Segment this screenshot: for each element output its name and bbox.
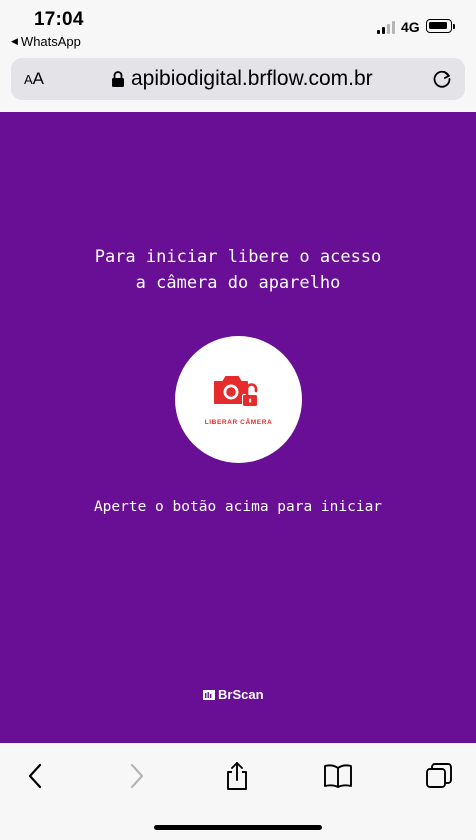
bookmarks-icon	[324, 764, 352, 788]
brand-logo: BrScan	[203, 687, 264, 702]
back-arrow-icon: ◀	[11, 36, 18, 46]
network-type: 4G	[401, 19, 420, 35]
bottom-toolbar	[0, 743, 476, 840]
home-indicator	[154, 825, 322, 830]
back-app-label: WhatsApp	[20, 34, 81, 49]
enable-camera-button[interactable]: LIBERAR CÂMERA	[175, 336, 302, 463]
instruction-text: Aperte o botão acima para iniciar	[93, 499, 383, 515]
headline: Para iniciar libere o acesso a câmera do…	[94, 247, 382, 293]
back-icon	[28, 763, 42, 789]
clock: 17:04	[34, 9, 84, 30]
tabs-icon	[426, 763, 452, 788]
text-size-button[interactable]: AA	[24, 69, 44, 89]
signal-icon	[377, 21, 397, 34]
brand-name: BrScan	[218, 687, 264, 702]
back-to-app-link[interactable]: ◀ WhatsApp	[11, 34, 81, 49]
share-icon	[227, 762, 247, 790]
lock-icon	[112, 71, 124, 87]
enable-camera-label: LIBERAR CÂMERA	[204, 419, 273, 426]
address-bar[interactable]: AA apibiodigital.brflow.com.br	[11, 58, 465, 100]
reload-icon[interactable]	[431, 68, 453, 90]
forward-icon	[130, 763, 144, 789]
status-bar: 17:04 ◀ WhatsApp 4G	[0, 0, 476, 56]
back-button[interactable]	[20, 761, 50, 791]
brscan-logo-icon	[203, 689, 215, 700]
url-display[interactable]: apibiodigital.brflow.com.br	[111, 58, 373, 100]
camera-unlock-icon	[214, 376, 258, 407]
share-button[interactable]	[222, 761, 252, 791]
bookmarks-button[interactable]	[323, 761, 353, 791]
address-bar-container: AA apibiodigital.brflow.com.br	[0, 56, 476, 112]
forward-button[interactable]	[122, 761, 152, 791]
battery-icon	[426, 19, 455, 33]
url-text: apibiodigital.brflow.com.br	[131, 67, 373, 90]
page-content: Para iniciar libere o acesso a câmera do…	[0, 112, 476, 743]
tabs-button[interactable]	[424, 761, 454, 791]
